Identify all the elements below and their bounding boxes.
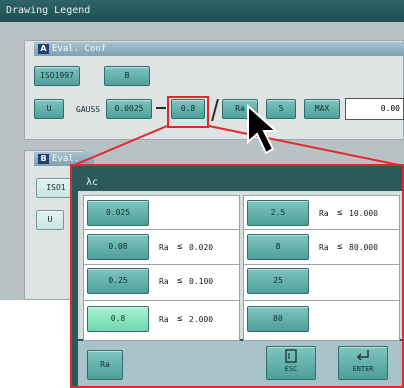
right-row-divider [243,264,400,265]
left-condition-operator: ≤ [177,276,183,286]
left-cutoff-button[interactable]: 0.8 [87,306,149,332]
right-cutoff-button[interactable]: 80 [247,306,309,332]
right-condition-param: Ra [319,243,329,252]
left-condition-param: Ra [159,243,169,252]
right-cutoff-button[interactable]: 25 [247,268,309,294]
left-condition-param: Ra [159,315,169,324]
right-condition-param: Ra [319,209,329,218]
left-row-divider [83,229,240,230]
right-condition-limit: 80.000 [349,243,378,252]
enter-arrow-icon [356,350,369,361]
right-condition-operator: ≤ [337,208,343,218]
enter-label: ENTER [352,365,374,373]
left-row-divider [83,300,240,301]
left-cutoff-button[interactable]: 0.08 [87,234,149,260]
right-cutoff-button[interactable]: 2.5 [247,200,309,226]
door-exit-icon [285,349,297,363]
right-row-divider [243,300,400,301]
mouse-cursor-icon [247,104,279,155]
esc-label: ESC [284,365,298,373]
esc-button[interactable]: ESC [266,346,316,380]
enter-button[interactable]: ENTER [338,346,388,380]
right-cutoff-button[interactable]: 8 [247,234,309,260]
popup-param-button[interactable]: Ra [87,350,123,380]
popup-title: λc [78,174,402,191]
left-condition-limit: 0.020 [189,243,214,252]
left-condition-operator: ≤ [177,314,183,324]
left-row-divider [83,264,240,265]
right-condition-operator: ≤ [337,242,343,252]
left-condition-limit: 0.100 [189,277,214,286]
left-cutoff-button[interactable]: 0.25 [87,268,149,294]
right-condition-limit: 10.000 [349,209,378,218]
left-condition-operator: ≤ [177,242,183,252]
left-cutoff-button[interactable]: 0.025 [87,200,149,226]
left-condition-param: Ra [159,277,169,286]
left-condition-limit: 2.000 [189,315,214,324]
right-row-divider [243,229,400,230]
